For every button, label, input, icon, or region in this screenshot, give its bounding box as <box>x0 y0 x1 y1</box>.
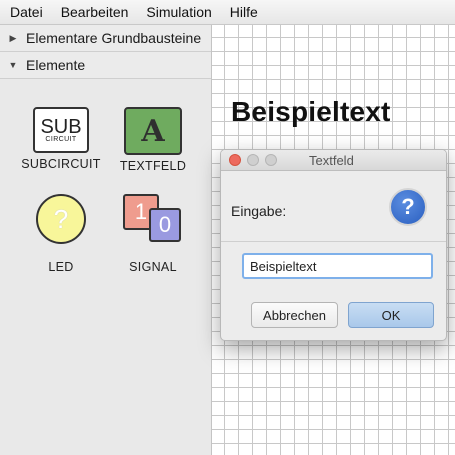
question-icon: ? <box>389 188 427 226</box>
maximize-window-icon <box>265 154 277 166</box>
palette-item-signal[interactable]: 1 0 SIGNAL <box>108 194 198 274</box>
subcircuit-icon: SUB CIRCUIT <box>33 107 89 153</box>
triangle-down-icon: ▼ <box>8 60 18 70</box>
triangle-right-icon: ▶ <box>9 32 17 43</box>
palette-item-led[interactable]: ? LED <box>16 194 106 274</box>
palette-item-label: SUBCIRCUIT <box>21 157 101 171</box>
section-label: Elemente <box>26 57 86 73</box>
dialog-titlebar[interactable]: Textfeld <box>221 150 446 171</box>
eingabe-input[interactable] <box>242 253 433 279</box>
signal-zero-box: 0 <box>149 208 181 242</box>
close-window-icon[interactable] <box>229 154 241 166</box>
section-label: Elementare Grundbausteine <box>26 30 202 46</box>
signal-icon: 1 0 <box>123 194 183 244</box>
menu-bar: Datei Bearbeiten Simulation Hilfe <box>0 0 455 25</box>
menu-bearbeiten[interactable]: Bearbeiten <box>55 4 139 20</box>
subcircuit-icon-big: SUB <box>40 115 82 138</box>
element-palette: SUB CIRCUIT SUBCIRCUIT A TEXTFELD ? LED … <box>0 79 211 455</box>
section-elemente[interactable]: ▼ Elemente <box>0 52 211 79</box>
led-icon: ? <box>36 194 86 244</box>
menu-datei[interactable]: Datei <box>0 4 53 20</box>
prompt-label: Eingabe: <box>231 203 287 219</box>
palette-item-subcircuit[interactable]: SUB CIRCUIT SUBCIRCUIT <box>16 107 106 171</box>
cancel-button[interactable]: Abbrechen <box>251 302 338 328</box>
palette-item-textfeld[interactable]: A TEXTFELD <box>108 107 198 173</box>
dialog-title: Textfeld <box>309 153 354 168</box>
palette-item-label: LED <box>48 260 74 274</box>
ok-button[interactable]: OK <box>348 302 434 328</box>
menu-hilfe[interactable]: Hilfe <box>224 4 268 20</box>
palette-item-label: TEXTFELD <box>119 159 187 173</box>
textfeld-icon: A <box>124 107 182 155</box>
canvas-text-element[interactable]: Beispieltext <box>231 96 391 128</box>
minimize-window-icon <box>247 154 259 166</box>
component-panel: ▶ Elementare Grundbausteine ▼ Elemente S… <box>0 25 212 455</box>
palette-item-label: SIGNAL <box>129 260 177 274</box>
section-elementare-grundbausteine[interactable]: ▶ Elementare Grundbausteine <box>0 25 211 52</box>
textfeld-dialog: Textfeld Eingabe: ? Abbrechen OK <box>220 149 447 341</box>
subcircuit-icon-small: CIRCUIT <box>45 135 77 143</box>
menu-simulation[interactable]: Simulation <box>140 4 221 20</box>
